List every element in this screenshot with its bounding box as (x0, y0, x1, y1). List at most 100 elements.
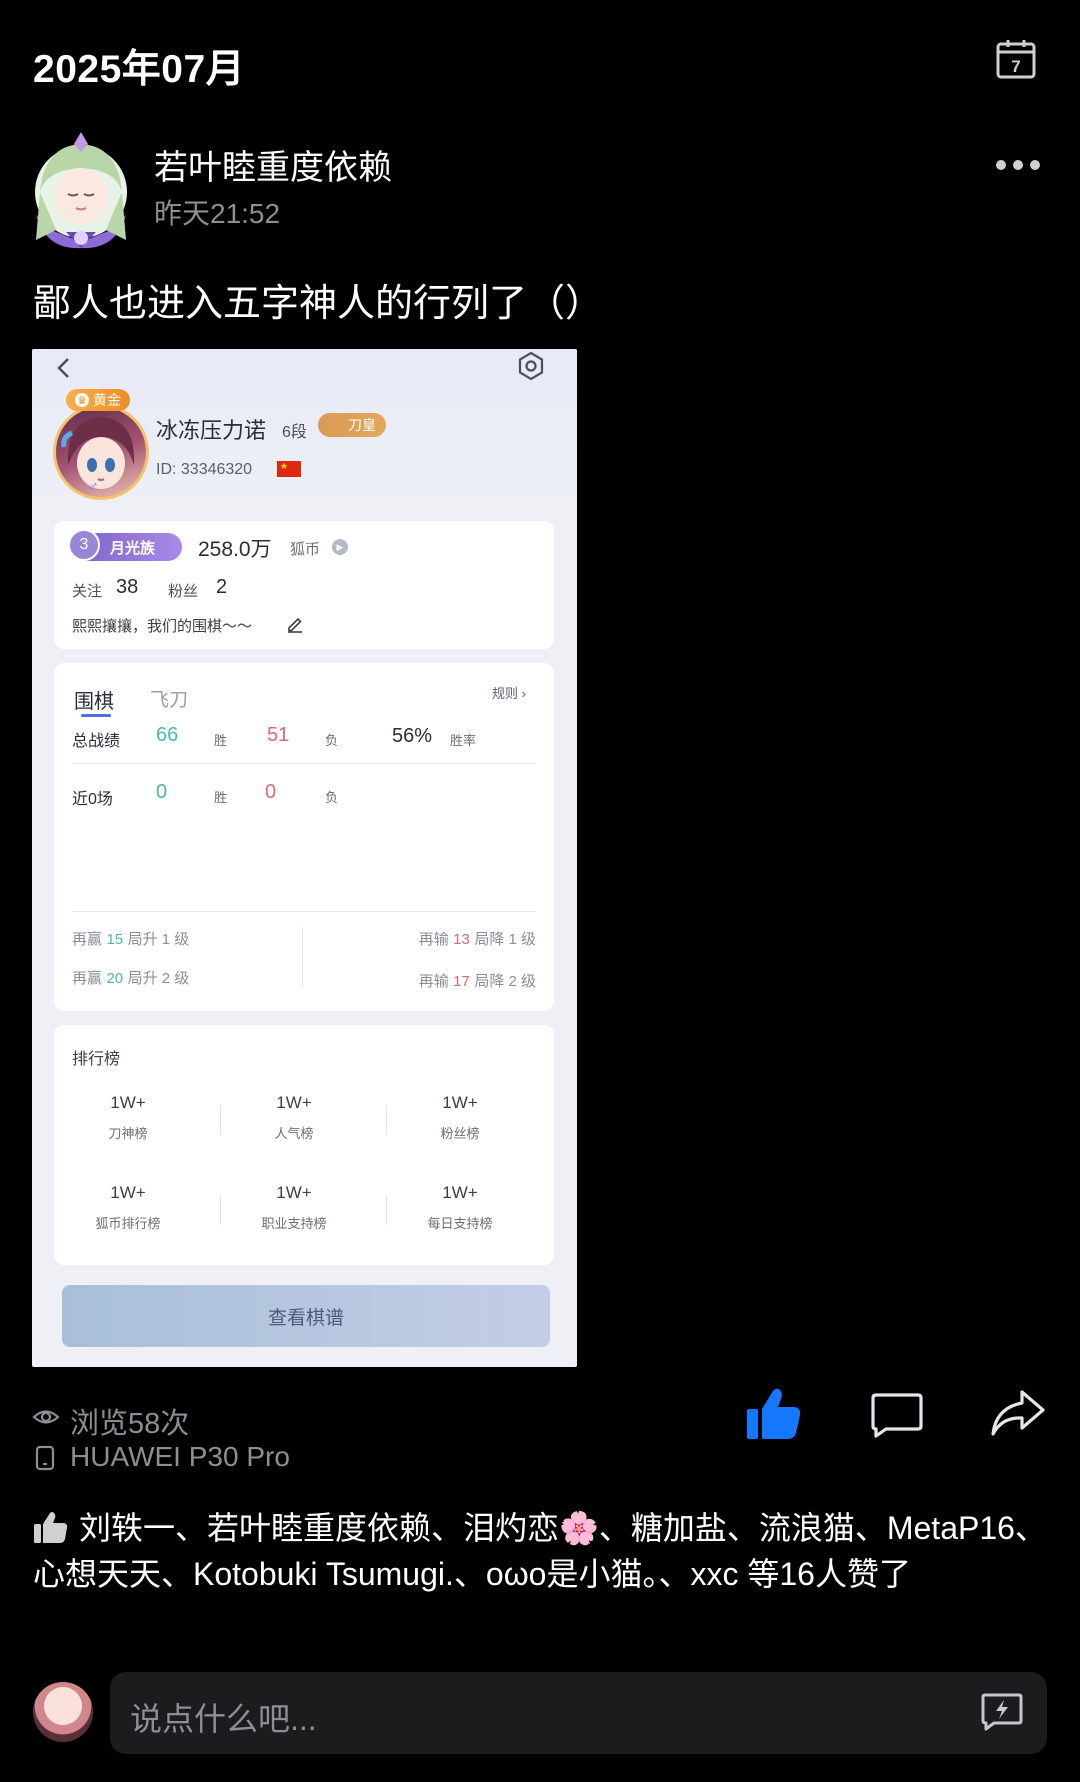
rules-link: 规则 › (492, 686, 526, 701)
win-label: 胜 (214, 733, 228, 748)
level-up-2-prefix: 再赢 (72, 970, 103, 987)
leaderboard-name: 每日支持榜 (427, 1216, 493, 1231)
rules-label: 规则 (492, 686, 519, 701)
player-id: ID: 33346320 (156, 461, 253, 478)
divider (72, 911, 536, 912)
post-timestamp: 昨天21:52 (154, 198, 281, 229)
comment-icon[interactable] (870, 1392, 924, 1438)
level-down-2: 再输 17 局降 2 级 (419, 970, 536, 991)
fans-count: 2 (216, 576, 228, 598)
total-wins: 66 (156, 724, 179, 746)
level-down-2-suffix: 局降 2 级 (474, 973, 536, 990)
level-down-1: 再输 13 局降 1 级 (419, 928, 536, 949)
tab-indicator (81, 714, 111, 717)
month-title: 2025年07月 (33, 48, 246, 91)
divider (72, 763, 536, 764)
recent-win-label: 胜 (214, 790, 228, 805)
profile-card: 月光族 3 258.0万 狐币 ▶ 关注 38 粉丝 2 熙熙攘攘，我们的围棋～… (54, 521, 554, 649)
comment-placeholder: 说点什么吧... (130, 1701, 317, 1737)
player-motto: 熙熙攘攘，我们的围棋～～ (72, 618, 253, 635)
coin-amount: 258.0万 (198, 538, 272, 561)
coin-label: 狐币 (290, 541, 321, 558)
level-up-1-suffix: 局升 1 级 (127, 931, 190, 948)
edit-icon (288, 617, 302, 633)
level-up-1-prefix: 再赢 (72, 931, 103, 948)
fans-label: 粉丝 (168, 583, 199, 600)
level-up-2-suffix: 局升 2 级 (127, 970, 190, 987)
win-rate: 56% (392, 725, 433, 747)
player-rank: 6段 (282, 424, 307, 441)
clan-name: 月光族 (110, 539, 156, 557)
calendar-day: 7 (1011, 57, 1020, 76)
level-down-2-count: 17 (453, 973, 470, 990)
male-icon: ♂ (88, 478, 99, 494)
divider-vertical (302, 927, 303, 987)
leaderboard-value: 1W+ (110, 1093, 146, 1112)
quick-reply-icon[interactable] (980, 1692, 1024, 1732)
play-arrow-icon: ▶ (332, 539, 348, 555)
more-options-icon[interactable] (995, 155, 1041, 175)
post-text: 鄙人也进入五字神人的行列了（） (33, 283, 604, 325)
leaderboard-value: 1W+ (442, 1183, 478, 1202)
level-down-2-prefix: 再输 (418, 973, 449, 990)
crown-icon: ♛ (75, 393, 89, 407)
comment-input[interactable]: 说点什么吧... (110, 1672, 1047, 1754)
leaderboard-name: 刀神榜 (108, 1126, 148, 1141)
likes-text[interactable]: 刘轶一、若叶睦重度依赖、泪灼恋🌸、糖加盐、流浪猫、MetaP16、心想天天、Ko… (33, 1510, 1047, 1592)
leaderboard-value: 1W+ (442, 1093, 478, 1112)
leaderboard-name: 粉丝榜 (440, 1126, 480, 1141)
divider-vertical (386, 1105, 387, 1135)
player-name: 冰冻压力诺 (156, 418, 267, 443)
level-up-1-count: 15 (106, 931, 124, 948)
recent-losses: 0 (265, 781, 277, 803)
likes-list: 刘轶一、若叶睦重度依赖、泪灼恋🌸、糖加盐、流浪猫、MetaP16、心想天天、Ko… (33, 1505, 1053, 1597)
level-up-2: 再赢 20 局升 2 级 (72, 967, 189, 988)
record-card: 围棋 飞刀 规则 › 总战绩 66 胜 51 负 56% 胜率 近0场 0 胜 … (54, 663, 554, 1011)
loss-label: 负 (325, 733, 339, 748)
thumbs-up-icon[interactable] (745, 1385, 803, 1443)
divider-vertical (220, 1195, 221, 1225)
divider-vertical (386, 1195, 387, 1225)
tab-knife: 飞刀 (150, 690, 189, 711)
level-down-1-prefix: 再输 (418, 931, 449, 948)
leaderboard-value: 1W+ (110, 1183, 146, 1202)
leaderboard-name: 狐币排行榜 (95, 1216, 161, 1231)
recent-wins: 0 (156, 781, 168, 803)
back-icon (57, 358, 69, 378)
level-badge: ♛ 黄金 (66, 389, 130, 411)
title-badge: 刀皇 (318, 413, 386, 437)
username[interactable]: 若叶睦重度依赖 (154, 140, 392, 189)
share-icon[interactable] (990, 1388, 1046, 1438)
follow-count: 38 (116, 576, 139, 598)
eye-icon (32, 1410, 60, 1424)
device-name: HUAWEI P30 Pro (70, 1441, 290, 1472)
recent-record-label: 近0场 (72, 791, 113, 808)
leaderboard-name: 人气榜 (274, 1126, 314, 1141)
title-badge-label: 刀皇 (348, 417, 376, 433)
phone-icon (35, 1445, 55, 1471)
level-down-1-suffix: 局降 1 级 (474, 931, 536, 948)
leaderboard-value: 1W+ (276, 1093, 312, 1112)
clan-level: 3 (68, 529, 100, 561)
tab-go: 围棋 (74, 691, 114, 713)
leaderboard-value: 1W+ (276, 1183, 312, 1202)
level-badge-label: 黄金 (93, 392, 121, 408)
thumbs-up-icon (34, 1512, 68, 1543)
current-user-avatar (33, 1682, 93, 1742)
level-up-2-count: 20 (106, 970, 124, 987)
leaderboard-title: 排行榜 (72, 1051, 121, 1068)
follow-label: 关注 (72, 583, 103, 600)
level-up-1: 再赢 15 局升 1 级 (72, 928, 189, 949)
post-image[interactable]: ♛ 黄金 ♂ 冰冻压力诺 6段 刀皇 ID: 33346320 ★ 月光族 3 … (32, 349, 577, 1367)
recent-loss-label: 负 (325, 790, 339, 805)
level-down-1-count: 13 (453, 931, 470, 948)
china-flag-icon: ★ (277, 461, 301, 477)
leaderboard-name: 职业支持榜 (261, 1216, 327, 1231)
total-record-label: 总战绩 (72, 733, 121, 750)
view-count: 浏览58次 (70, 1408, 190, 1440)
winrate-label: 胜率 (450, 733, 477, 748)
settings-icon (518, 351, 544, 381)
calendar-icon[interactable]: 7 (995, 38, 1037, 80)
user-avatar[interactable] (26, 130, 136, 252)
divider-vertical (220, 1105, 221, 1135)
